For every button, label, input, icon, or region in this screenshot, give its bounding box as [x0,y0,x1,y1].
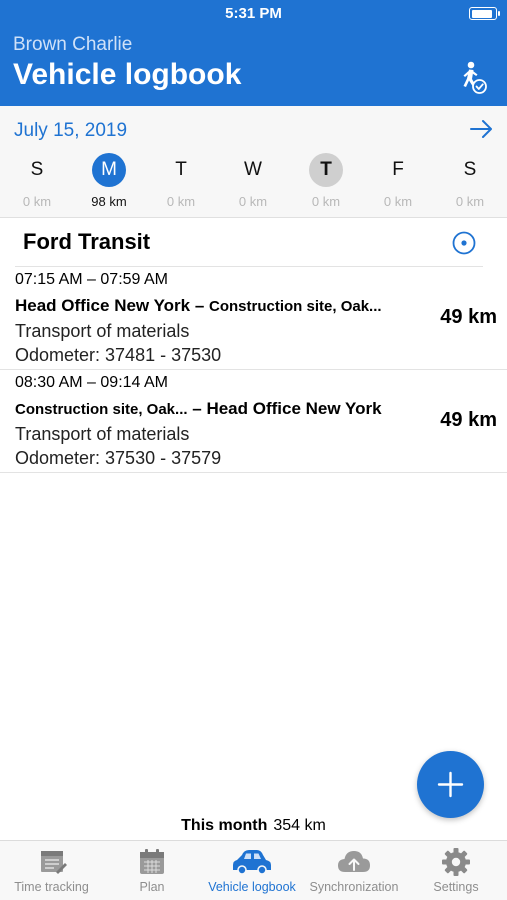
month-summary: This month 354 km [0,817,507,835]
trip-distance: 49 km [440,409,497,431]
tab-synchronization[interactable]: Synchronization [303,841,405,900]
day-friday[interactable]: F 0 km [368,153,428,209]
day-km: 0 km [383,194,413,209]
tab-bar: Time tracking Plan Vehicle logbook Synch… [0,840,507,900]
day-tuesday[interactable]: T 0 km [151,153,211,209]
timesheet-icon [40,851,67,874]
location-target-icon[interactable] [451,230,477,256]
trip-from: Head Office New York [15,296,191,315]
day-letter: T [309,153,343,187]
tab-settings[interactable]: Settings [405,841,507,900]
battery-icon [469,7,500,20]
day-wednesday[interactable]: W 0 km [223,153,283,209]
month-summary-value: 354 km [273,817,326,834]
add-trip-button[interactable] [417,751,484,818]
user-name: Brown Charlie [13,34,133,55]
tab-label: Settings [433,880,479,894]
status-time: 5:31 PM [225,5,282,22]
day-letter: W [244,159,262,180]
vehicle-name: Ford Transit [23,229,151,254]
day-km: 0 km [22,194,52,209]
tab-label: Time tracking [14,880,89,894]
trip-to: Head Office New York [206,399,382,418]
week-strip: July 15, 2019 S 0 km M 98 km T 0 km W 0 … [0,106,507,218]
trip-odometer: Odometer: 37530 - 37579 [15,448,222,468]
tab-vehicle-logbook[interactable]: Vehicle logbook [201,841,303,900]
cloud-upload-icon [338,851,370,872]
car-icon [233,850,271,875]
day-thursday[interactable]: T 0 km [296,153,356,209]
trip-end-time: 07:59 AM [100,271,169,288]
trip-time: 08:30 AM – 09:14 AM [15,374,169,391]
plus-icon [437,771,464,798]
trip-odometer: Odometer: 37481 - 37530 [15,345,222,365]
calendar-icon [140,849,164,874]
day-km: 0 km [238,194,268,209]
day-letter: S [463,159,477,180]
day-letter: T [175,159,187,180]
trip-route: Construction site, Oak... – Head Office … [15,399,382,418]
trip-distance: 49 km [440,306,497,328]
trip-start-time: 08:30 AM [15,374,83,391]
tab-label: Vehicle logbook [208,880,296,894]
day-km: 0 km [455,194,485,209]
page-title: Vehicle logbook [13,58,242,91]
battery-level [471,9,493,18]
tab-label: Synchronization [309,880,399,894]
trip-to: Construction site, Oak... [209,298,382,315]
day-letter: F [392,159,404,180]
day-saturday[interactable]: S 0 km [440,153,500,209]
tab-plan[interactable]: Plan [103,841,201,900]
day-monday[interactable]: M 98 km [79,153,139,209]
day-km: 0 km [311,194,341,209]
app-header: 5:31 PM Brown Charlie Vehicle logbook [0,0,507,106]
trip-end-time: 09:14 AM [100,374,169,391]
week-date[interactable]: July 15, 2019 [14,120,127,142]
trip-purpose: Transport of materials [15,321,190,341]
trip-route: Head Office New York – Construction site… [15,296,382,315]
trip-row[interactable]: 08:30 AM – 09:14 AM Construction site, O… [0,370,507,473]
tab-time-tracking[interactable]: Time tracking [0,841,103,900]
driver-check-icon[interactable] [457,60,487,94]
trip-from: Construction site, Oak... [15,401,188,418]
day-letter: M [92,153,126,187]
day-letter: S [30,159,44,180]
trip-start-time: 07:15 AM [15,271,83,288]
arrow-right-icon[interactable] [469,118,495,140]
trip-purpose: Transport of materials [15,424,190,444]
day-sunday[interactable]: S 0 km [7,153,67,209]
tab-label: Plan [139,880,165,894]
trip-row[interactable]: 07:15 AM – 07:59 AM Head Office New York… [0,267,507,370]
day-km: 0 km [166,194,196,209]
trip-time: 07:15 AM – 07:59 AM [15,271,169,288]
day-km: 98 km [91,194,127,209]
gear-icon [442,848,470,876]
month-summary-label: This month [181,817,268,834]
